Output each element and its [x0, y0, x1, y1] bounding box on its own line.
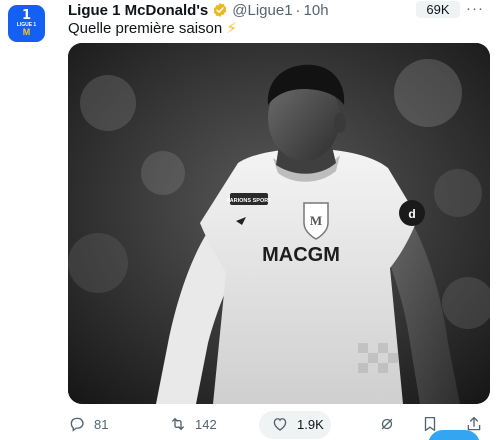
grok-icon: [381, 418, 393, 430]
player-photo: M d MACGM PARIONS SPORT: [68, 43, 490, 404]
ligue1-logo-mark: 1: [21, 8, 32, 23]
tweet-header: Ligue 1 McDonald's @Ligue1 · 10h: [68, 1, 329, 19]
display-name[interactable]: Ligue 1 McDonald's: [68, 2, 208, 19]
grok-button[interactable]: [378, 415, 396, 433]
like-button[interactable]: 1.9K: [271, 415, 324, 433]
svg-text:d: d: [408, 207, 415, 221]
like-count: 1.9K: [297, 416, 324, 432]
repost-button[interactable]: 142: [169, 415, 217, 433]
mcdonalds-logo: M: [22, 27, 31, 37]
reply-icon: [70, 417, 84, 432]
tweet-timestamp[interactable]: 10h: [304, 2, 329, 19]
floating-compose-button[interactable]: [428, 430, 480, 440]
tweet-text-content: Quelle première saison: [68, 20, 223, 37]
lightning-emoji: ⚡: [226, 20, 237, 37]
header-separator: ·: [295, 1, 301, 19]
reply-count: 81: [94, 416, 109, 432]
reply-button[interactable]: 81: [68, 415, 108, 433]
verified-gold-icon: [213, 3, 227, 17]
svg-text:M: M: [310, 213, 322, 228]
jersey-sponsor-text: MACGM: [262, 244, 340, 266]
tweet-photo[interactable]: M d MACGM PARIONS SPORT: [68, 43, 490, 404]
repost-icon: [172, 418, 184, 430]
tweet-text: Quelle première saison ⚡: [68, 19, 237, 37]
heart-icon: [273, 418, 287, 431]
more-options-icon[interactable]: ···: [466, 0, 484, 17]
ligue1-avatar[interactable]: 1 LIGUE 1 M: [8, 5, 45, 42]
repost-count: 142: [195, 416, 217, 432]
tweet-actions-bar: 81 142 1.9K: [68, 409, 490, 440]
user-handle[interactable]: @Ligue1: [232, 2, 292, 19]
views-badge: 69K: [416, 1, 460, 18]
badge-sponsor-text: PARIONS SPORT: [226, 198, 272, 204]
